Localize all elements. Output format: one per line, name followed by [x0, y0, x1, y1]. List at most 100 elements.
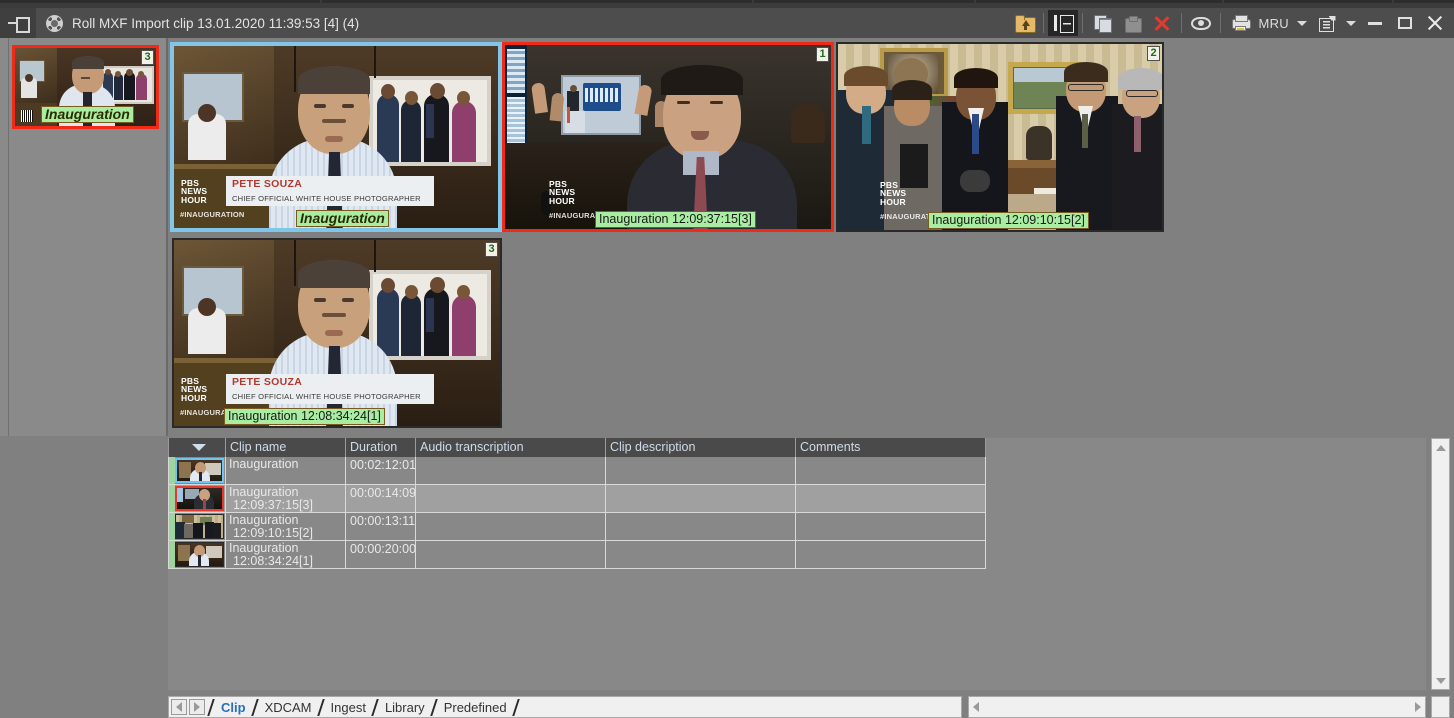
- folder-up-button[interactable]: [1009, 10, 1039, 36]
- toolbar-divider: [1220, 13, 1221, 33]
- chevron-down-icon: [1346, 21, 1356, 26]
- close-button[interactable]: [1420, 10, 1450, 36]
- tab-scroll-right-button[interactable]: [189, 699, 205, 715]
- maximize-icon: [1398, 17, 1412, 29]
- properties-button[interactable]: [1048, 10, 1078, 36]
- tab-separator: [429, 698, 440, 716]
- thumbnail-caption: Inauguration: [41, 106, 134, 123]
- chevron-right-icon: [1415, 702, 1421, 712]
- thumb-inauguration-main[interactable]: PETE SOUZA CHIEF OFFICIAL WHITE HOUSE PH…: [170, 42, 502, 232]
- preview-button[interactable]: [1186, 10, 1216, 36]
- mru-dropdown-button[interactable]: [1292, 10, 1312, 36]
- minimize-button[interactable]: [1360, 10, 1390, 36]
- cell-clip-description[interactable]: [606, 485, 796, 513]
- horizontal-scrollbar[interactable]: [968, 696, 1426, 718]
- thumb-inauguration-3[interactable]: PETE SOUZA CHIEF OFFICIAL WHITE HOUSE PH…: [172, 238, 502, 428]
- thumbnail-caption: Inauguration 12:09:37:15[3]: [595, 211, 756, 228]
- column-header-clip-description[interactable]: Clip description: [606, 438, 796, 457]
- delete-button[interactable]: [1147, 10, 1177, 36]
- paste-button[interactable]: [1117, 10, 1147, 36]
- config-button[interactable]: [1312, 10, 1342, 36]
- maximize-button[interactable]: [1390, 10, 1420, 36]
- cell-comments[interactable]: [796, 513, 986, 541]
- pbs-logo: PBS NEWS HOUR: [181, 377, 207, 403]
- thumbnail-badge: 1: [816, 47, 829, 62]
- column-header-clip-name[interactable]: Clip name: [226, 438, 346, 457]
- row-thumbnail-cell[interactable]: [168, 513, 226, 541]
- scroll-down-button[interactable]: [1432, 672, 1449, 689]
- cell-clip-description[interactable]: [606, 457, 796, 485]
- close-icon: [1427, 15, 1443, 31]
- thumbnail-image: Inauguration: [15, 48, 156, 126]
- cell-duration: 00:00:14:09: [346, 485, 416, 513]
- thumbnail-caption: Inauguration 12:08:34:24[1]: [224, 408, 385, 425]
- print-button[interactable]: [1225, 10, 1255, 36]
- thumbnail-badge: 2: [1147, 46, 1160, 61]
- scroll-up-button[interactable]: [1432, 439, 1449, 456]
- cell-comments[interactable]: [796, 541, 986, 569]
- copy-icon: [1094, 15, 1111, 31]
- column-header-audio-transcription[interactable]: Audio transcription: [416, 438, 606, 457]
- copy-button[interactable]: [1087, 10, 1117, 36]
- thumbnail-caption: Inauguration 12:09:10:15[2]: [928, 212, 1089, 229]
- chevron-down-icon: [192, 444, 206, 451]
- cell-audio-transcription[interactable]: [416, 485, 606, 513]
- tab-clip[interactable]: Clip: [218, 700, 249, 715]
- table-row[interactable]: Inauguration 12:09:37:15[3] 00:00:14:09: [168, 485, 986, 513]
- table-row[interactable]: Inauguration 12:09:10:15[2] 00:00:13:11: [168, 513, 986, 541]
- thumb-inauguration-2[interactable]: PBS NEWS HOUR #INAUGURATION Inauguration…: [836, 42, 1164, 232]
- thumb-inauguration-1[interactable]: PBS NEWS HOUR #INAUGURATION Inauguration…: [502, 42, 834, 232]
- table-header-row: Clip name Duration Audio transcription C…: [168, 438, 986, 457]
- cell-clip-name: Inauguration 12:08:34:24[1]: [226, 541, 346, 569]
- table-row[interactable]: Inauguration 00:02:12:01: [168, 457, 986, 485]
- table-vertical-scrollbar[interactable]: [1431, 438, 1450, 690]
- desktop-top-strip: [0, 0, 1454, 8]
- left-panel-thumbnail[interactable]: Inauguration 3: [12, 45, 159, 129]
- tab-separator: [370, 698, 381, 716]
- row-thumbnail-cell[interactable]: [168, 485, 226, 513]
- toolbar-divider: [1181, 13, 1182, 33]
- cell-duration: 00:00:13:11: [346, 513, 416, 541]
- column-header-duration[interactable]: Duration: [346, 438, 416, 457]
- cell-clip-name: Inauguration: [226, 457, 346, 485]
- thumbnail-image: PBS NEWS HOUR #INAUGURATION Inauguration…: [838, 44, 1162, 230]
- dock-pin-button[interactable]: [0, 8, 36, 38]
- tab-library[interactable]: Library: [382, 700, 428, 715]
- red-x-icon: [1154, 15, 1170, 31]
- tab-separator: [206, 698, 217, 716]
- cell-duration: 00:00:20:00: [346, 541, 416, 569]
- tab-xdcam[interactable]: XDCAM: [262, 700, 315, 715]
- tab-scroll-left-button[interactable]: [171, 699, 187, 715]
- cell-comments[interactable]: [796, 457, 986, 485]
- row-thumbnail-cell[interactable]: [168, 541, 226, 569]
- cell-clip-description[interactable]: [606, 541, 796, 569]
- toolbar-divider: [1043, 13, 1044, 33]
- config-dropdown-button[interactable]: [1342, 10, 1360, 36]
- toolbar-divider: [1082, 13, 1083, 33]
- cell-clip-description[interactable]: [606, 513, 796, 541]
- lower-third-role: CHIEF OFFICIAL WHITE HOUSE PHOTOGRAPHER: [232, 194, 421, 203]
- chevron-up-icon: [1436, 445, 1446, 451]
- clipboard-icon: [1125, 16, 1140, 31]
- cell-audio-transcription[interactable]: [416, 513, 606, 541]
- thumbnail-image: PETE SOUZA CHIEF OFFICIAL WHITE HOUSE PH…: [174, 46, 498, 228]
- pbs-logo: PBS NEWS HOUR: [181, 179, 207, 205]
- chevron-down-icon: [1297, 21, 1307, 26]
- cell-audio-transcription[interactable]: [416, 457, 606, 485]
- lower-third-name: PETE SOUZA: [232, 376, 302, 388]
- clip-bin-inner: Inauguration 3: [8, 38, 166, 436]
- mru-button[interactable]: MRU: [1255, 10, 1292, 36]
- pbs-hashtag: #INAUGURATION: [180, 211, 245, 219]
- row-thumbnail: [175, 542, 224, 567]
- cell-comments[interactable]: [796, 485, 986, 513]
- tab-strip: Clip XDCAM Ingest Library Predefined: [168, 696, 962, 718]
- tab-ingest[interactable]: Ingest: [328, 700, 369, 715]
- table-row[interactable]: Inauguration 12:08:34:24[1] 00:00:20:00: [168, 541, 986, 569]
- tab-predefined[interactable]: Predefined: [441, 700, 510, 715]
- row-thumbnail-cell[interactable]: [168, 457, 226, 485]
- column-header-comments[interactable]: Comments: [796, 438, 986, 457]
- cell-audio-transcription[interactable]: [416, 541, 606, 569]
- scrollbar-corner: [1431, 696, 1450, 718]
- mru-label: MRU: [1255, 16, 1292, 31]
- column-header-sort[interactable]: [168, 438, 226, 457]
